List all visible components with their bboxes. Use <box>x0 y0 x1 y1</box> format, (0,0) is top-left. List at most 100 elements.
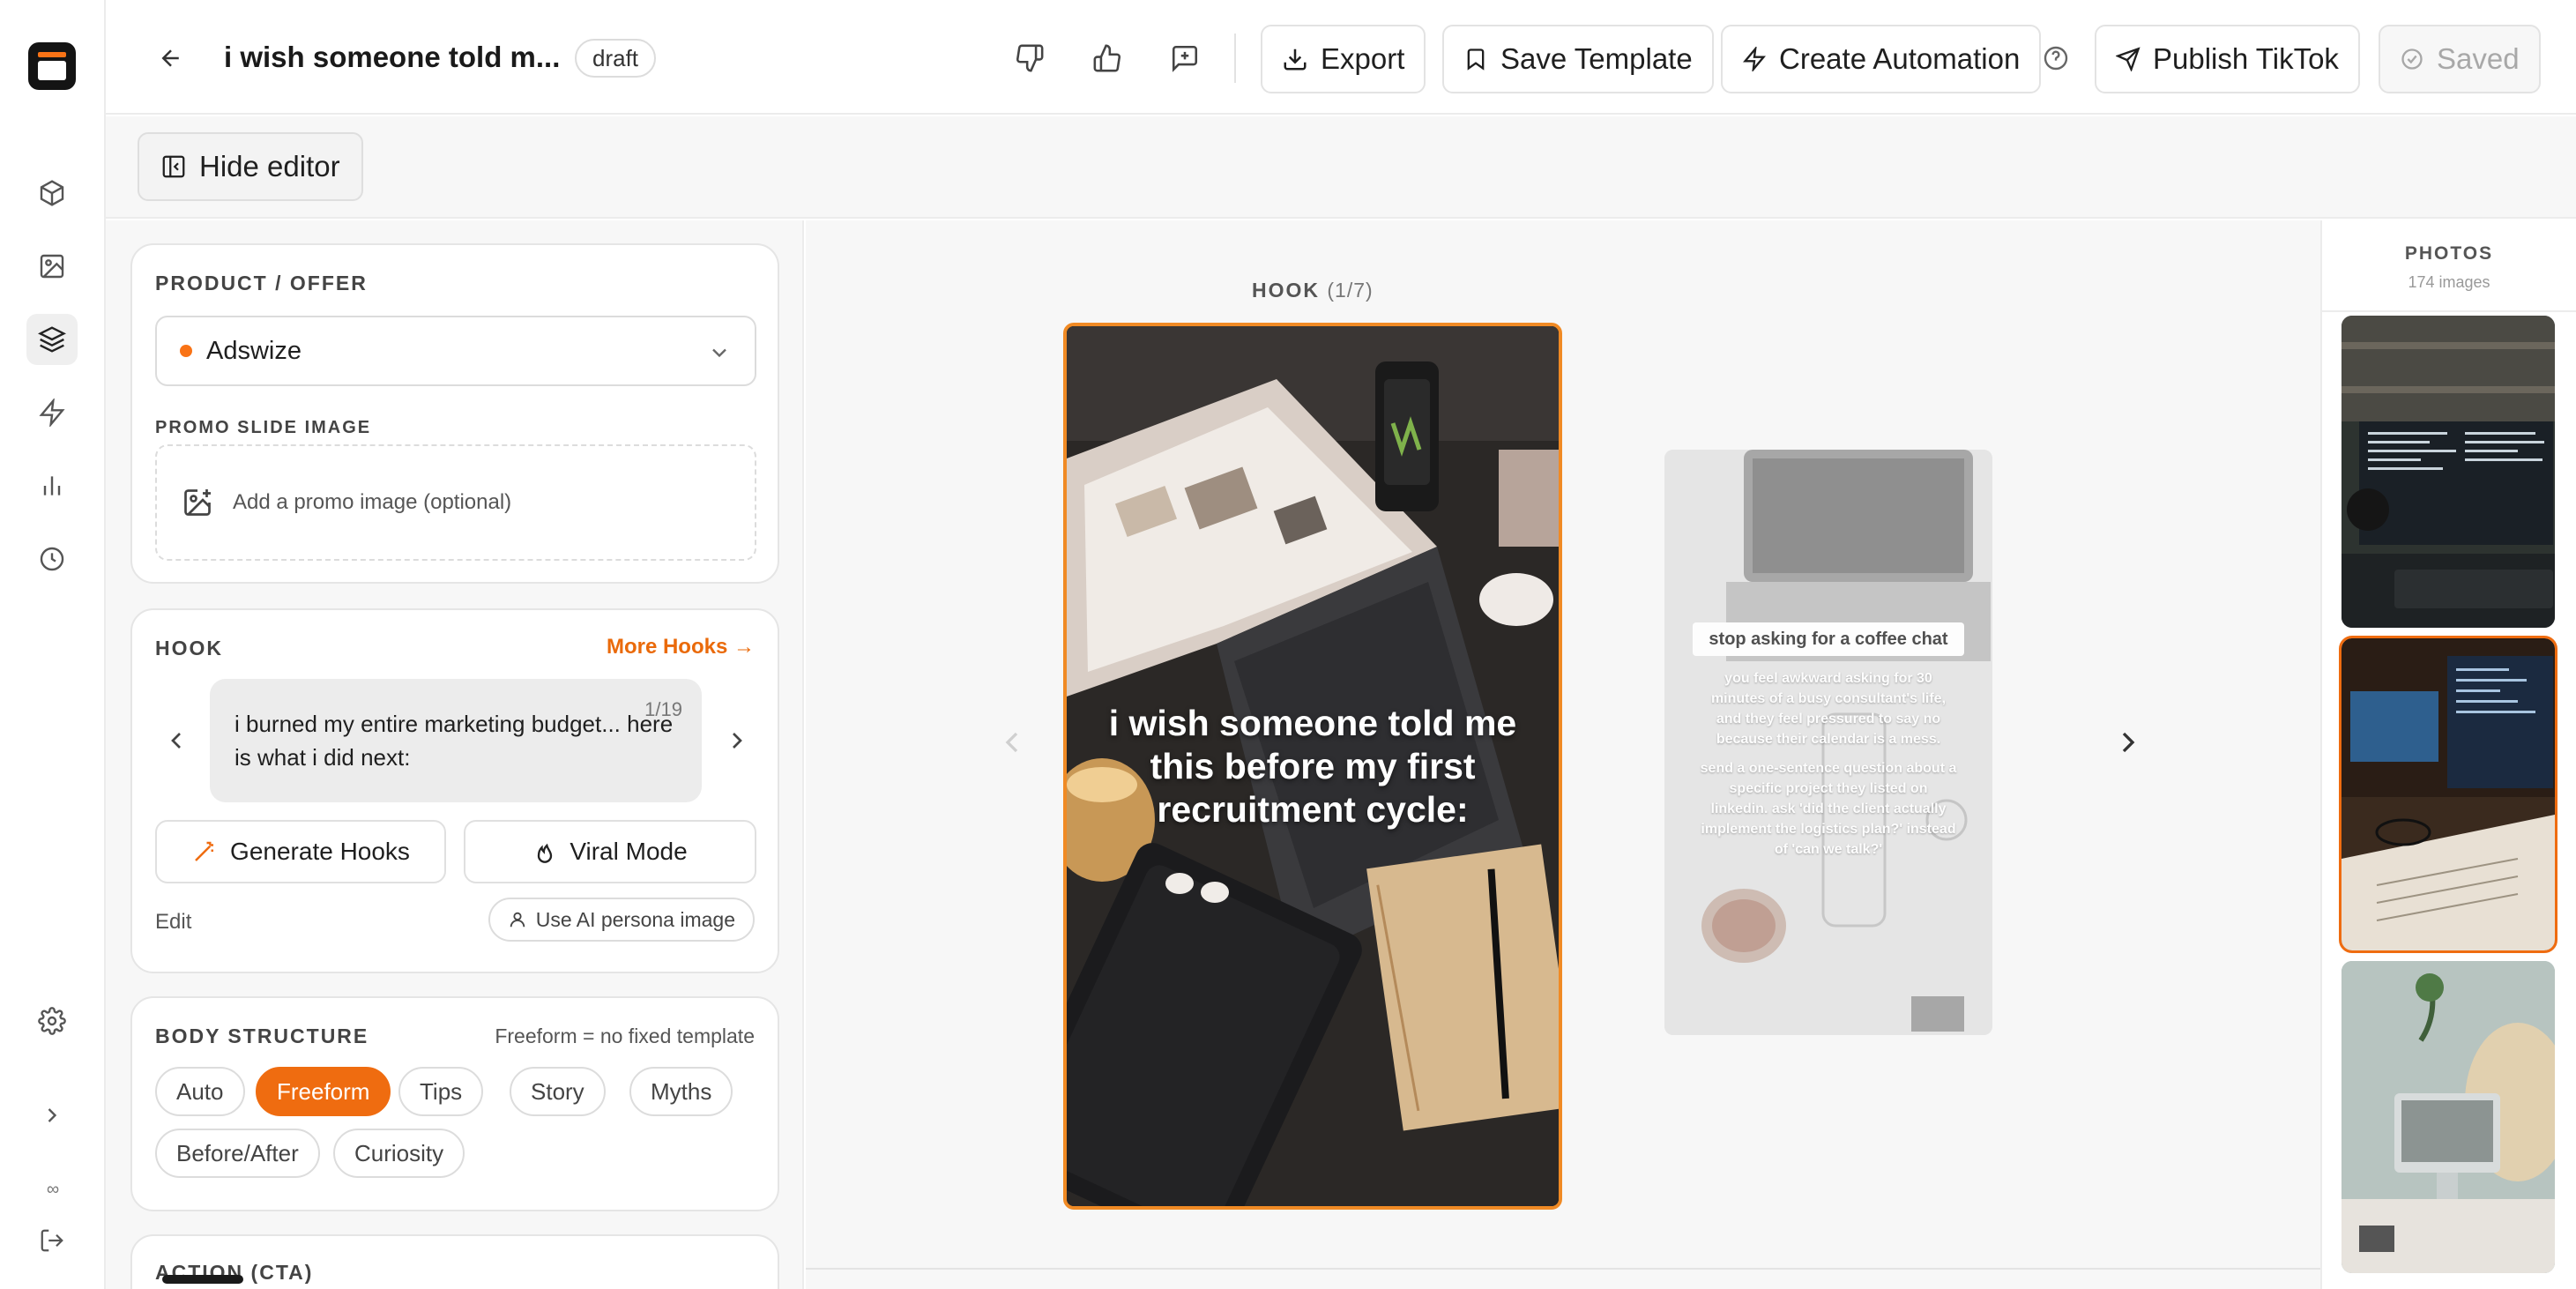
create-automation-label: Create Automation <box>1779 42 2021 75</box>
viral-mode-label: Viral Mode <box>570 838 688 865</box>
ai-persona-button[interactable]: Use AI persona image <box>488 898 755 942</box>
check-circle-icon <box>2401 48 2423 70</box>
slide-type: HOOK <box>1252 279 1320 302</box>
publish-label: Publish TikTok <box>2153 42 2339 75</box>
products-nav-icon[interactable] <box>26 168 78 219</box>
next-slide-title: stop asking for a coffee chat <box>1693 622 1964 656</box>
hook-card: HOOK More Hooks → 1/19 i burned my entir… <box>130 608 779 973</box>
export-label: Export <box>1321 42 1405 75</box>
download-icon <box>1284 48 1307 71</box>
expand-sidebar-icon[interactable] <box>26 1090 78 1141</box>
hook-text-box[interactable]: 1/19 i burned my entire marketing budget… <box>210 679 702 802</box>
history-nav-icon[interactable] <box>26 533 78 585</box>
next-slide-paragraph-2: send a one-sentence question about a spe… <box>1700 761 1957 857</box>
slide-counter: (1/7) <box>1327 279 1374 302</box>
magic-wand-icon <box>195 841 214 861</box>
more-hooks-link[interactable]: More Hooks → <box>607 635 755 659</box>
status-badge: draft <box>575 39 657 78</box>
saved-label: Saved <box>2437 42 2520 75</box>
structure-option-tips[interactable]: Tips <box>398 1067 484 1116</box>
structure-option-myths[interactable]: Myths <box>629 1067 733 1116</box>
app-logo[interactable] <box>28 42 76 90</box>
hook-slide[interactable]: i wish someone told me this before my fi… <box>1063 323 1562 1210</box>
photos-header: PHOTOS 174 images <box>2322 220 2576 312</box>
header-divider <box>1234 34 1236 83</box>
structure-option-curiosity[interactable]: Curiosity <box>333 1129 465 1178</box>
product-select[interactable]: Adswize <box>155 316 756 386</box>
images-nav-icon[interactable] <box>26 241 78 292</box>
generate-hooks-button[interactable]: Generate Hooks <box>155 820 446 883</box>
save-template-label: Save Template <box>1500 42 1693 75</box>
viral-mode-button[interactable]: Viral Mode <box>464 820 756 883</box>
editor-panel: PRODUCT / OFFER Adswize PROMO SLIDE IMAG… <box>106 220 804 1289</box>
generate-hooks-label: Generate Hooks <box>230 838 410 865</box>
body-structure-note: Freeform = no fixed template <box>495 1024 755 1047</box>
next-slide-icon[interactable] <box>2111 725 2146 760</box>
infinity-label: ∞ <box>46 1180 60 1199</box>
image-plus-icon <box>184 489 211 516</box>
saved-button[interactable]: Saved <box>2379 25 2541 93</box>
editor-toolbar: Hide editor <box>106 116 2576 219</box>
structure-option-before-after[interactable]: Before/After <box>155 1129 320 1178</box>
back-arrow-icon[interactable] <box>152 39 190 78</box>
photo-thumbnail-selected[interactable] <box>2339 636 2557 953</box>
export-button[interactable]: Export <box>1261 25 1426 93</box>
structure-option-freeform[interactable]: Freeform <box>256 1067 391 1116</box>
comment-plus-icon[interactable] <box>1165 39 1204 78</box>
slideshows-nav-icon[interactable] <box>26 314 78 365</box>
prev-slide-icon[interactable] <box>994 725 1030 760</box>
top-header: i wish someone told m... draft Export Sa… <box>106 0 2576 115</box>
structure-option-story[interactable]: Story <box>510 1067 606 1116</box>
body-structure-label: BODY STRUCTURE <box>155 1024 369 1047</box>
canvas-divider <box>806 1268 2320 1270</box>
hide-editor-label: Hide editor <box>199 150 340 183</box>
promo-image-dropzone[interactable]: Add a promo image (optional) <box>155 444 756 561</box>
left-rail: ∞ <box>0 0 106 1289</box>
thumbs-down-icon[interactable] <box>1010 39 1049 78</box>
automations-nav-icon[interactable] <box>26 387 78 438</box>
help-icon[interactable] <box>2042 44 2070 72</box>
next-slide-body: you feel awkward asking for 30 minutes o… <box>1700 668 1957 868</box>
thumbs-up-icon[interactable] <box>1088 39 1127 78</box>
slide-label: HOOK (1/7) <box>1252 279 1374 302</box>
product-card: PRODUCT / OFFER Adswize PROMO SLIDE IMAG… <box>130 243 779 584</box>
product-section-label: PRODUCT / OFFER <box>155 272 368 294</box>
hide-editor-button[interactable]: Hide editor <box>138 132 363 201</box>
slide-canvas: HOOK (1/7) i wish someone told me this b… <box>806 220 2320 1289</box>
hook-text: i burned my entire marketing budget... h… <box>235 711 674 771</box>
photos-sidebar: PHOTOS 174 images <box>2320 220 2576 1289</box>
flame-icon <box>538 843 553 863</box>
send-icon <box>2116 47 2140 71</box>
panel-scrollbar[interactable] <box>162 1275 243 1284</box>
analytics-nav-icon[interactable] <box>26 460 78 511</box>
photos-title: PHOTOS <box>2404 243 2494 264</box>
promo-section-label: PROMO SLIDE IMAGE <box>155 418 372 437</box>
edit-hook-link[interactable]: Edit <box>155 910 191 935</box>
next-slide-preview[interactable]: stop asking for a coffee chat you feel a… <box>1664 450 1992 1035</box>
user-icon <box>510 912 525 928</box>
create-automation-button[interactable]: Create Automation <box>1721 25 2042 93</box>
publish-tiktok-button[interactable]: Publish TikTok <box>2095 25 2360 93</box>
body-structure-card: BODY STRUCTURE Freeform = no fixed templ… <box>130 996 779 1211</box>
photo-thumbnail[interactable] <box>2341 961 2555 1273</box>
next-hook-icon[interactable] <box>723 726 751 755</box>
settings-nav-icon[interactable] <box>26 995 78 1047</box>
hook-slide-text: i wish someone told me this before my fi… <box>1108 703 1517 830</box>
product-selected-value: Adswize <box>206 336 302 365</box>
bookmark-icon <box>1467 48 1485 71</box>
hook-section-label: HOOK <box>155 637 223 659</box>
hook-counter: 1/19 <box>644 698 682 720</box>
next-slide-paragraph-1: you feel awkward asking for 30 minutes o… <box>1710 671 1947 747</box>
page-title: i wish someone told m... <box>224 41 561 73</box>
photo-thumbnail[interactable] <box>2341 316 2555 628</box>
logout-icon[interactable] <box>26 1215 78 1266</box>
panel-collapse-icon <box>162 155 185 178</box>
prev-hook-icon[interactable] <box>162 726 190 755</box>
save-template-button[interactable]: Save Template <box>1442 25 1714 93</box>
chevron-down-icon <box>712 348 726 358</box>
bolt-icon <box>1743 47 1766 71</box>
photos-count: 174 images <box>2408 273 2490 291</box>
promo-placeholder: Add a promo image (optional) <box>233 490 512 514</box>
structure-option-auto[interactable]: Auto <box>155 1067 245 1116</box>
ai-persona-label: Use AI persona image <box>535 907 735 931</box>
